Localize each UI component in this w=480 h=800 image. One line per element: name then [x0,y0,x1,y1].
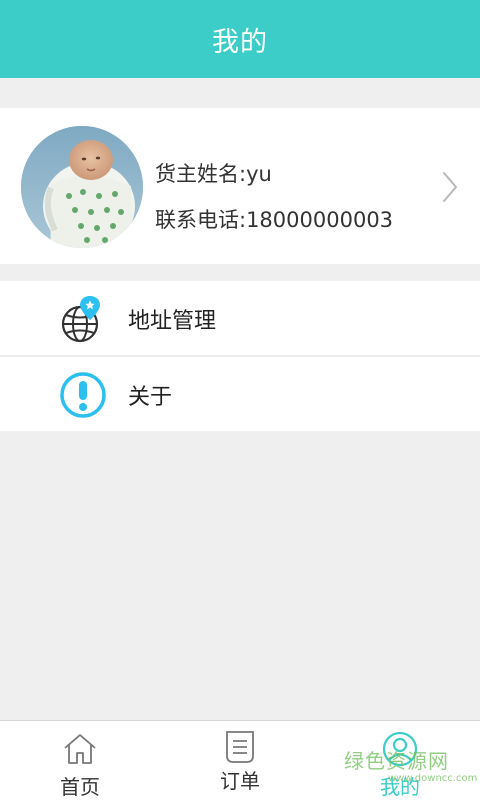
order-list-icon [226,731,254,763]
location-globe-icon [61,296,100,343]
profile-card[interactable]: 货主姓名:yu 联系电话:18000000003 [0,108,480,264]
avatar-image [21,126,143,248]
watermark-text: 绿色资源网 [344,749,449,773]
menu-item-label: 关于 [128,385,173,410]
tab-orders[interactable]: 订单 [160,721,320,800]
menu-item-address-management[interactable]: 地址管理 [0,281,480,355]
settings-menu: 地址管理 关于 [0,281,480,431]
watermark-url: www.downcc.com [388,773,478,784]
tab-home[interactable]: 首页 [0,721,160,800]
avatar [21,126,143,248]
menu-item-about[interactable]: 关于 [0,357,480,431]
info-exclamation-icon [60,372,106,418]
chevron-right-icon [443,172,457,202]
contact-phone: 联系电话:18000000003 [155,208,394,232]
tab-label: 首页 [60,775,100,799]
menu-item-label: 地址管理 [128,309,217,334]
tab-label: 订单 [220,769,260,793]
shipper-name: 货主姓名:yu [155,162,272,186]
page-title: 我的 [212,26,268,58]
app-header: 我的 [0,0,480,78]
home-icon [64,734,96,764]
